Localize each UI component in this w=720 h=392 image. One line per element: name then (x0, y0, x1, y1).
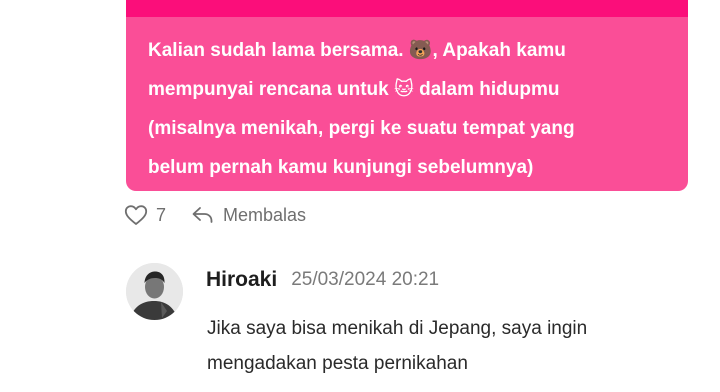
heart-outline-icon (124, 204, 148, 226)
reply-comment-header: Hiroaki 25/03/2024 20:21 (206, 266, 439, 294)
reply-label: Membalas (223, 204, 307, 225)
reply-arrow-icon (191, 205, 215, 225)
reply-button[interactable]: Membalas (191, 205, 306, 226)
like-count: 7 (156, 204, 167, 225)
like-button[interactable]: 7 (124, 204, 166, 226)
avatar[interactable] (126, 263, 183, 320)
bubble-header-strip (126, 0, 688, 17)
comment-timestamp: 25/03/2024 20:21 (291, 269, 440, 290)
reply-comment-text: Jika saya bisa menikah di Jepang, saya i… (207, 318, 588, 374)
author-name[interactable]: Hiroaki (206, 268, 277, 292)
question-text: Kalian sudah lama bersama. 🐻, Apakah kam… (148, 40, 575, 178)
question-bubble: Kalian sudah lama bersama. 🐻, Apakah kam… (126, 0, 688, 191)
comment-actions: 7 Membalas (124, 202, 306, 228)
